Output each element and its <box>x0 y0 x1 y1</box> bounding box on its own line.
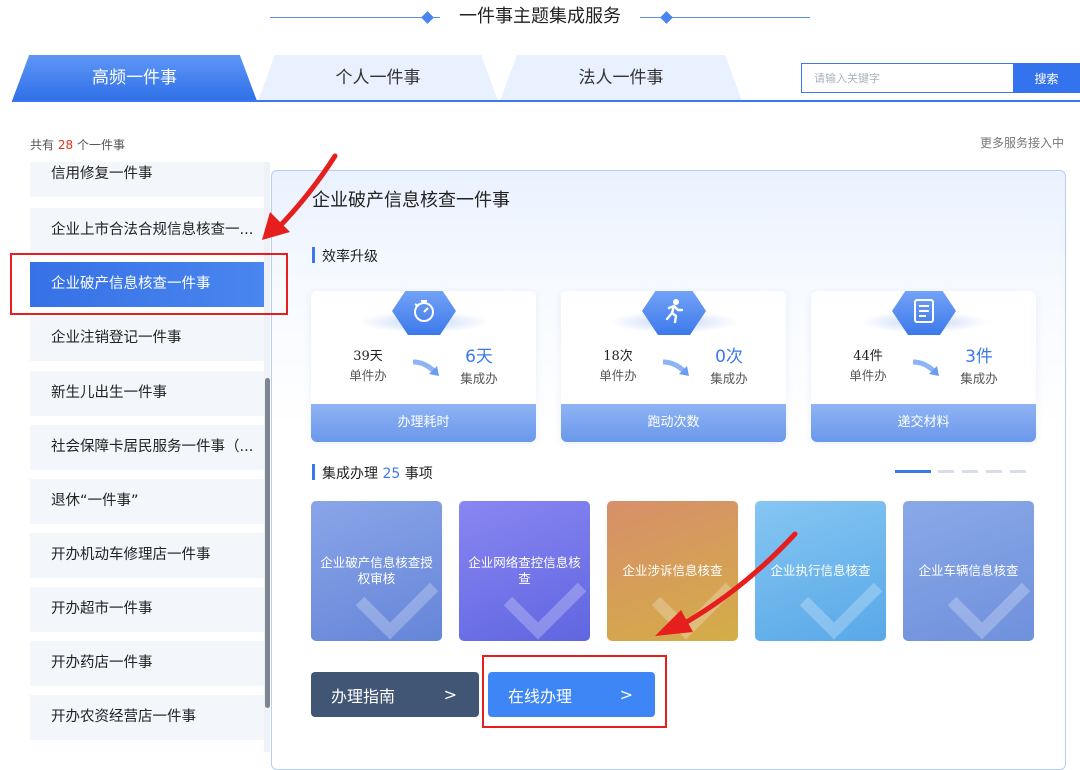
carousel-dot-active[interactable] <box>895 470 931 473</box>
item-card[interactable]: 企业车辆信息核查 <box>903 501 1034 641</box>
sidebar-item[interactable]: 开办农资经营店一件事 <box>30 695 266 740</box>
new-value: 3件 <box>965 347 993 367</box>
old-label: 单件办 <box>599 368 637 383</box>
search-input[interactable] <box>801 63 1013 93</box>
page-title: 一件事主题集成服务 <box>440 3 640 31</box>
diamond-icon <box>421 11 434 24</box>
sidebar-item[interactable]: 社会保障卡居民服务一件事（... <box>30 425 266 470</box>
sidebar-item[interactable]: 信用修复一件事 <box>30 162 266 197</box>
section-marker <box>312 464 315 480</box>
metric-footer: 办理耗时 <box>311 404 536 442</box>
old-value: 44件 <box>853 349 883 364</box>
new-label: 集成办 <box>710 371 748 386</box>
service-count: 共有 28 个一件事 <box>30 136 125 153</box>
sidebar-item[interactable]: 退休“一件事” <box>30 479 266 524</box>
highlight-box-sidebar <box>10 253 288 315</box>
old-value: 39天 <box>353 349 383 364</box>
new-value: 0次 <box>715 347 743 367</box>
check-watermark-icon <box>799 582 883 640</box>
tab-label: 个人一件事 <box>335 68 421 88</box>
sidebar-item[interactable]: 企业注销登记一件事 <box>30 316 266 361</box>
metric-footer: 递交材料 <box>811 404 1036 442</box>
tab-personal[interactable]: 个人一件事 <box>258 55 498 101</box>
count-suffix: 个一件事 <box>76 138 125 152</box>
tab-high-frequency[interactable]: 高频一件事 <box>12 55 257 101</box>
count-number: 28 <box>57 138 74 152</box>
old-label: 单件办 <box>849 368 887 383</box>
check-watermark-icon <box>355 582 439 640</box>
check-watermark-icon <box>947 582 1031 640</box>
tabs-underline <box>12 100 1080 102</box>
annotation-arrow-icon <box>262 153 338 240</box>
old-value: 18次 <box>603 349 633 364</box>
integrated-heading-suffix: 事项 <box>404 466 433 482</box>
old-label: 单件办 <box>349 368 387 383</box>
metric-footer: 跑动次数 <box>561 404 786 442</box>
integrated-heading: 集成办理 25 事项 <box>322 463 433 483</box>
carousel-dot[interactable] <box>938 470 954 473</box>
carousel-dot[interactable] <box>1010 470 1026 473</box>
diamond-icon <box>660 11 673 24</box>
sidebar-scrollbar-thumb[interactable] <box>265 378 270 708</box>
integrated-count: 25 <box>382 466 401 482</box>
sidebar-item[interactable]: 开办机动车修理店一件事 <box>30 533 266 578</box>
metric-card-trips: 18次 单件办 0次 集成办 跑动次数 <box>561 291 786 442</box>
tab-corporate[interactable]: 法人一件事 <box>500 55 742 101</box>
count-prefix: 共有 <box>30 138 55 152</box>
new-label: 集成办 <box>460 371 498 386</box>
sidebar-item[interactable]: 开办药店一件事 <box>30 641 266 686</box>
chevron-right-icon: > <box>443 685 457 704</box>
tab-label: 法人一件事 <box>578 68 664 88</box>
search-button[interactable]: 搜索 <box>1013 63 1080 93</box>
sidebar: 信用修复一件事 企业上市合法合规信息核查一... 企业破产信息核查一件事 企业注… <box>30 162 266 752</box>
metric-card-time: 39天 单件办 6天 集成办 办理耗时 <box>311 291 536 442</box>
highlight-box-online-button <box>482 655 667 728</box>
annotation-arrow-icon <box>655 531 798 636</box>
check-watermark-icon <box>503 582 587 640</box>
more-services-text: 更多服务接入中 <box>979 136 1064 150</box>
metric-card-documents: 44件 单件办 3件 集成办 递交材料 <box>811 291 1036 442</box>
new-label: 集成办 <box>960 371 998 386</box>
item-card[interactable]: 企业网络查控信息核查 <box>459 501 590 641</box>
sidebar-item[interactable]: 开办超市一件事 <box>30 587 266 632</box>
integrated-heading-prefix: 集成办理 <box>322 466 378 482</box>
item-card[interactable]: 企业破产信息核查授权审核 <box>311 501 442 641</box>
guide-button-label: 办理指南 <box>331 686 396 706</box>
guide-button[interactable]: 办理指南 > <box>311 672 479 717</box>
sidebar-item[interactable]: 新生儿出生一件事 <box>30 371 266 416</box>
sidebar-item[interactable]: 企业上市合法合规信息核查一... <box>30 208 266 253</box>
new-value: 6天 <box>465 347 493 367</box>
carousel-dot[interactable] <box>986 470 1002 473</box>
carousel-dot[interactable] <box>962 470 978 473</box>
tab-label: 高频一件事 <box>92 68 177 88</box>
